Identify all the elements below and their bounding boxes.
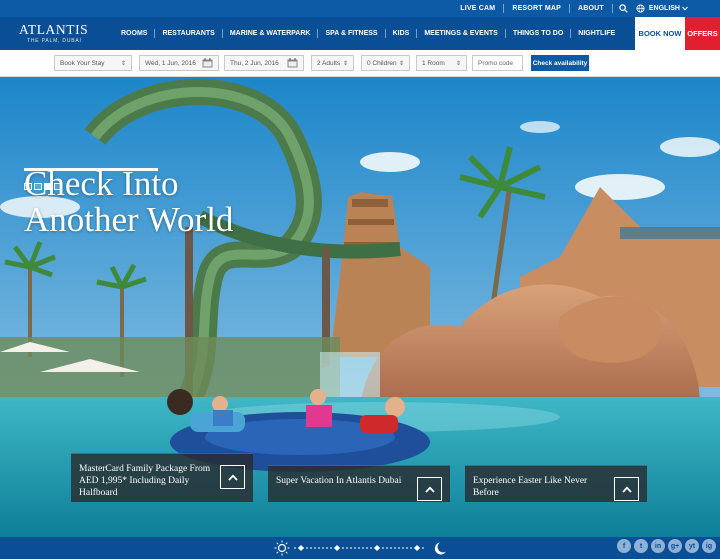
chevron-up-icon[interactable]	[614, 477, 639, 501]
language-label: ENGLISH	[648, 5, 680, 12]
nav-item-marine-waterpark[interactable]: MARINE & WATERPARK	[223, 29, 319, 38]
calendar-icon[interactable]	[202, 58, 213, 68]
rooms-select[interactable]: 1 Room ⇕	[416, 55, 467, 71]
youtube-icon[interactable]: yt	[685, 539, 699, 553]
nav-links: ROOMS RESTAURANTS MARINE & WATERPARK SPA…	[114, 17, 622, 50]
slide-dot[interactable]	[24, 183, 32, 190]
promo-code-input[interactable]: Promo code	[472, 55, 523, 71]
hero-title-line-2: Another World	[24, 200, 234, 239]
social-links: f t in g+ yt ig	[617, 539, 716, 553]
book-now-button[interactable]: BOOK NOW	[635, 17, 685, 50]
twitter-icon[interactable]: t	[634, 539, 648, 553]
chevron-up-icon[interactable]	[417, 477, 442, 501]
adults-value: 2 Adults	[317, 59, 341, 67]
globe-icon	[635, 0, 647, 17]
slide-dot-active[interactable]	[44, 183, 52, 190]
instagram-icon[interactable]: ig	[702, 539, 716, 553]
facebook-icon[interactable]: f	[617, 539, 631, 553]
footer-strip: f t in g+ yt ig	[0, 537, 720, 559]
chevron-down-icon	[682, 6, 688, 11]
select-arrows-icon: ⇕	[342, 60, 348, 67]
linkedin-icon[interactable]: in	[651, 539, 665, 553]
nav-item-kids[interactable]: KIDS	[386, 29, 418, 38]
main-navigation: ATLANTIS THE PALM, DUBAI ROOMS RESTAURAN…	[0, 17, 720, 50]
live-cam-link[interactable]: LIVE CAM	[452, 4, 505, 13]
moon-icon	[434, 542, 446, 555]
nav-item-restaurants[interactable]: RESTAURANTS	[155, 29, 223, 38]
promo-card-mastercard[interactable]: MasterCard Family Package From AED 1,995…	[71, 453, 253, 502]
logo-name: ATLANTIS	[19, 22, 89, 37]
chevron-up-icon[interactable]	[220, 465, 245, 489]
checkout-date-value: Thu, 2 Jun, 2016	[230, 59, 279, 67]
booking-bar: Book Your Stay ⇕ Wed, 1 Jun, 2016 Thu, 2…	[0, 50, 720, 77]
promo-card-text: Experience Easter Like Never Before	[473, 476, 588, 498]
book-your-stay-label: Book Your Stay	[60, 59, 105, 67]
atlantis-logo[interactable]: ATLANTIS THE PALM, DUBAI	[19, 23, 89, 45]
nav-item-things-to-do[interactable]: THINGS TO DO	[506, 29, 572, 38]
nav-item-meetings-events[interactable]: MEETINGS & EVENTS	[417, 29, 506, 38]
check-availability-button[interactable]: Check availability	[531, 55, 589, 71]
checkout-date-field[interactable]: Thu, 2 Jun, 2016	[224, 55, 304, 71]
utility-bar: LIVE CAM RESORT MAP ABOUT ENGLISH	[0, 0, 720, 17]
promo-card-super-vacation[interactable]: Super Vacation In Atlantis Dubai	[268, 465, 450, 502]
hero-title: Check Into Another World	[24, 166, 233, 238]
search-icon[interactable]	[617, 0, 631, 17]
google-plus-icon[interactable]: g+	[668, 539, 682, 553]
hero-title-underline	[24, 168, 158, 171]
nav-item-rooms[interactable]: ROOMS	[114, 29, 156, 38]
logo-tagline: THE PALM, DUBAI	[27, 38, 82, 44]
slide-dot[interactable]	[54, 183, 62, 190]
adults-select[interactable]: 2 Adults ⇕	[311, 55, 354, 71]
promo-card-text: MasterCard Family Package From AED 1,995…	[79, 464, 211, 498]
offers-button[interactable]: OFFERS	[685, 17, 720, 50]
select-arrows-icon: ⇕	[120, 60, 126, 67]
select-arrows-icon: ⇕	[455, 60, 461, 67]
children-select[interactable]: 0 Children ⇕	[361, 55, 410, 71]
slide-dot[interactable]	[34, 183, 42, 190]
nav-item-spa-fitness[interactable]: SPA & FITNESS	[318, 29, 386, 38]
rooms-value: 1 Room	[422, 59, 445, 67]
about-link[interactable]: ABOUT	[570, 4, 613, 13]
promo-card-text: Super Vacation In Atlantis Dubai	[276, 476, 402, 486]
resort-map-link[interactable]: RESORT MAP	[504, 4, 570, 13]
slide-indicators	[24, 183, 62, 190]
select-arrows-icon: ⇕	[398, 60, 404, 67]
calendar-icon[interactable]	[287, 58, 298, 68]
book-your-stay-select[interactable]: Book Your Stay ⇕	[54, 55, 132, 71]
utility-links: LIVE CAM RESORT MAP ABOUT ENGLISH	[452, 0, 688, 17]
promo-card-easter[interactable]: Experience Easter Like Never Before	[465, 465, 647, 502]
sun-icon	[274, 540, 290, 556]
nav-item-nightlife[interactable]: NIGHTLIFE	[571, 29, 622, 38]
language-selector[interactable]: ENGLISH	[649, 5, 688, 12]
day-night-slider[interactable]	[274, 540, 450, 556]
checkin-date-value: Wed, 1 Jun, 2016	[145, 59, 196, 67]
promo-code-placeholder: Promo code	[478, 59, 514, 67]
children-value: 0 Children	[367, 59, 397, 67]
checkin-date-field[interactable]: Wed, 1 Jun, 2016	[139, 55, 219, 71]
